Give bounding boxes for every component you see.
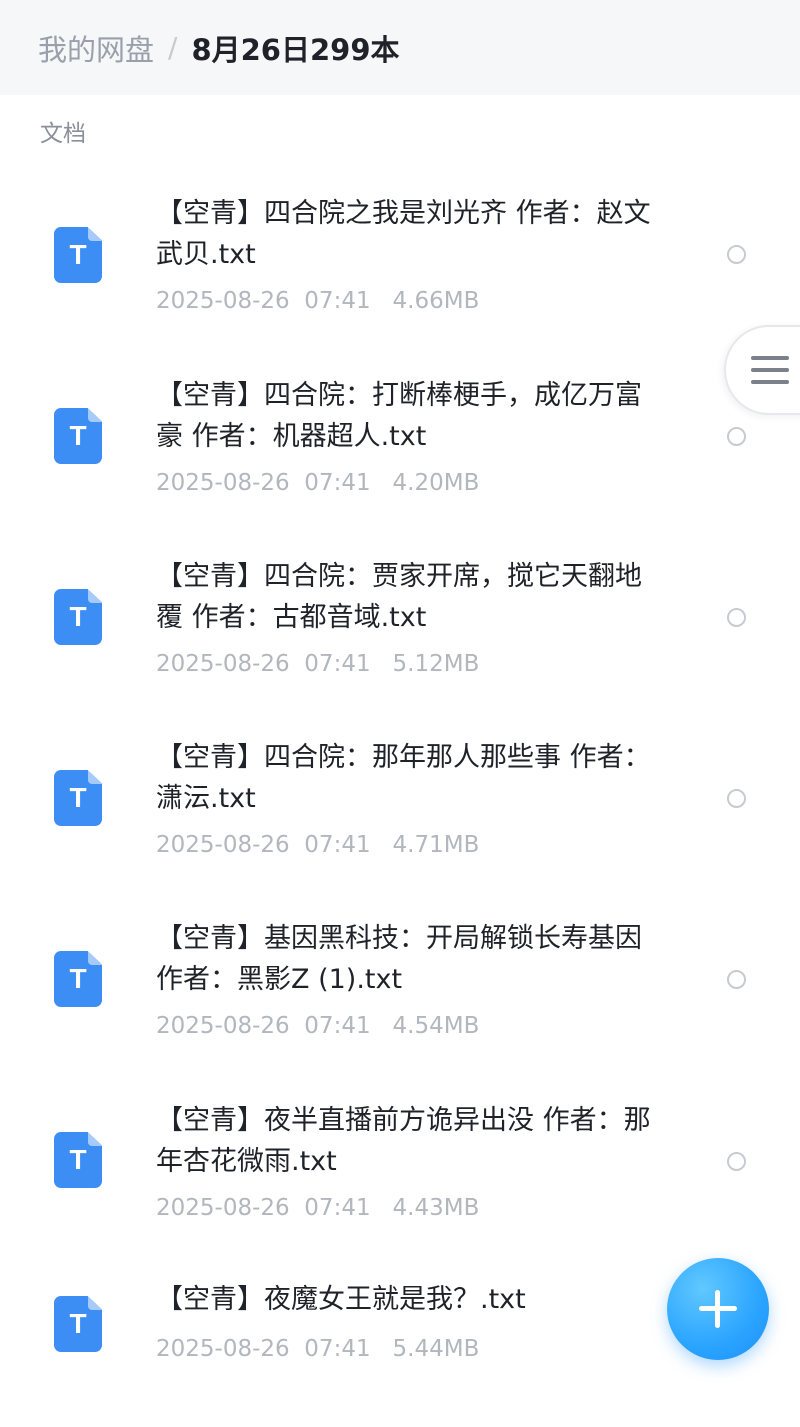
txt-file-icon: T: [54, 408, 102, 464]
file-size: 4.20MB: [392, 470, 480, 496]
file-time: 07:41: [304, 1195, 371, 1221]
file-row[interactable]: T 【空青】四合院：贾家开席，搅它天翻地覆 作者：古都音域.txt 2025-0…: [0, 522, 800, 703]
file-time: 07:41: [304, 1336, 371, 1362]
file-meta: 2025-08-26 07:41 5.44MB: [156, 1336, 479, 1362]
file-name: 【空青】四合院：打断棒梗手，成亿万富豪 作者：机器超人.txt: [156, 380, 642, 452]
file-row[interactable]: T 【空青】夜半直播前方诡异出没 作者：那年杏花微雨.txt 2025-08-2…: [0, 1065, 800, 1246]
select-radio[interactable]: [727, 789, 746, 808]
breadcrumb-separator: /: [168, 31, 178, 64]
file-size: 5.44MB: [392, 1336, 480, 1362]
select-radio[interactable]: [727, 1152, 746, 1171]
file-time: 07:41: [304, 832, 371, 858]
add-button[interactable]: [667, 1258, 769, 1360]
file-size: 4.66MB: [392, 288, 480, 314]
file-name: 【空青】四合院：贾家开席，搅它天翻地覆 作者：古都音域.txt: [156, 561, 642, 633]
txt-file-icon: T: [54, 770, 102, 826]
file-row[interactable]: T 【空青】四合院之我是刘光齐 作者：赵文武贝.txt 2025-08-26 0…: [0, 160, 800, 341]
breadcrumb-header: 我的网盘 / 8月26日299本: [0, 0, 800, 95]
file-time: 07:41: [304, 1013, 371, 1039]
file-meta: 2025-08-26 07:41 4.71MB: [156, 832, 479, 858]
file-date: 2025-08-26: [156, 1336, 290, 1362]
txt-file-icon: T: [54, 1296, 102, 1352]
file-size: 4.43MB: [392, 1195, 480, 1221]
file-date: 2025-08-26: [156, 470, 290, 496]
txt-file-icon: T: [54, 227, 102, 283]
select-radio[interactable]: [727, 970, 746, 989]
file-size: 4.71MB: [392, 832, 480, 858]
file-time: 07:41: [304, 470, 371, 496]
file-date: 2025-08-26: [156, 651, 290, 677]
hamburger-menu-icon: [751, 356, 789, 392]
file-name: 【空青】基因黑科技：开局解锁长寿基因 作者：黑影Z (1).txt: [156, 923, 642, 995]
file-list: T 【空青】四合院之我是刘光齐 作者：赵文武贝.txt 2025-08-26 0…: [0, 160, 800, 1427]
file-row[interactable]: T 【空青】基因黑科技：开局解锁长寿基因 作者：黑影Z (1).txt 2025…: [0, 884, 800, 1065]
select-radio[interactable]: [727, 427, 746, 446]
txt-file-icon: T: [54, 1132, 102, 1188]
breadcrumb-root[interactable]: 我的网盘: [38, 27, 154, 69]
file-date: 2025-08-26: [156, 832, 290, 858]
file-row[interactable]: T 【空青】四合院：那年那人那些事 作者：潇沄.txt 2025-08-26 0…: [0, 703, 800, 884]
file-meta: 2025-08-26 07:41 4.20MB: [156, 470, 479, 496]
txt-file-icon: T: [54, 951, 102, 1007]
file-date: 2025-08-26: [156, 288, 290, 314]
select-radio[interactable]: [727, 608, 746, 627]
file-meta: 2025-08-26 07:41 4.43MB: [156, 1195, 479, 1221]
file-name: 【空青】夜魔女王就是我？.txt: [156, 1284, 526, 1315]
file-meta: 2025-08-26 07:41 5.12MB: [156, 651, 479, 677]
txt-file-icon: T: [54, 589, 102, 645]
file-row[interactable]: T 【空青】四合院：打断棒梗手，成亿万富豪 作者：机器超人.txt 2025-0…: [0, 341, 800, 522]
section-label: 文档: [40, 121, 86, 147]
file-size: 5.12MB: [392, 651, 480, 677]
breadcrumb-current-folder: 8月26日299本: [191, 32, 400, 67]
file-date: 2025-08-26: [156, 1013, 290, 1039]
file-meta: 2025-08-26 07:41 4.66MB: [156, 288, 479, 314]
file-time: 07:41: [304, 651, 371, 677]
file-time: 07:41: [304, 288, 371, 314]
file-name: 【空青】四合院之我是刘光齐 作者：赵文武贝.txt: [156, 198, 651, 270]
file-meta: 2025-08-26 07:41 4.54MB: [156, 1013, 479, 1039]
select-radio[interactable]: [727, 245, 746, 264]
file-size: 4.54MB: [392, 1013, 480, 1039]
file-date: 2025-08-26: [156, 1195, 290, 1221]
file-name: 【空青】夜半直播前方诡异出没 作者：那年杏花微雨.txt: [156, 1105, 651, 1177]
file-name: 【空青】四合院：那年那人那些事 作者：潇沄.txt: [156, 742, 651, 814]
